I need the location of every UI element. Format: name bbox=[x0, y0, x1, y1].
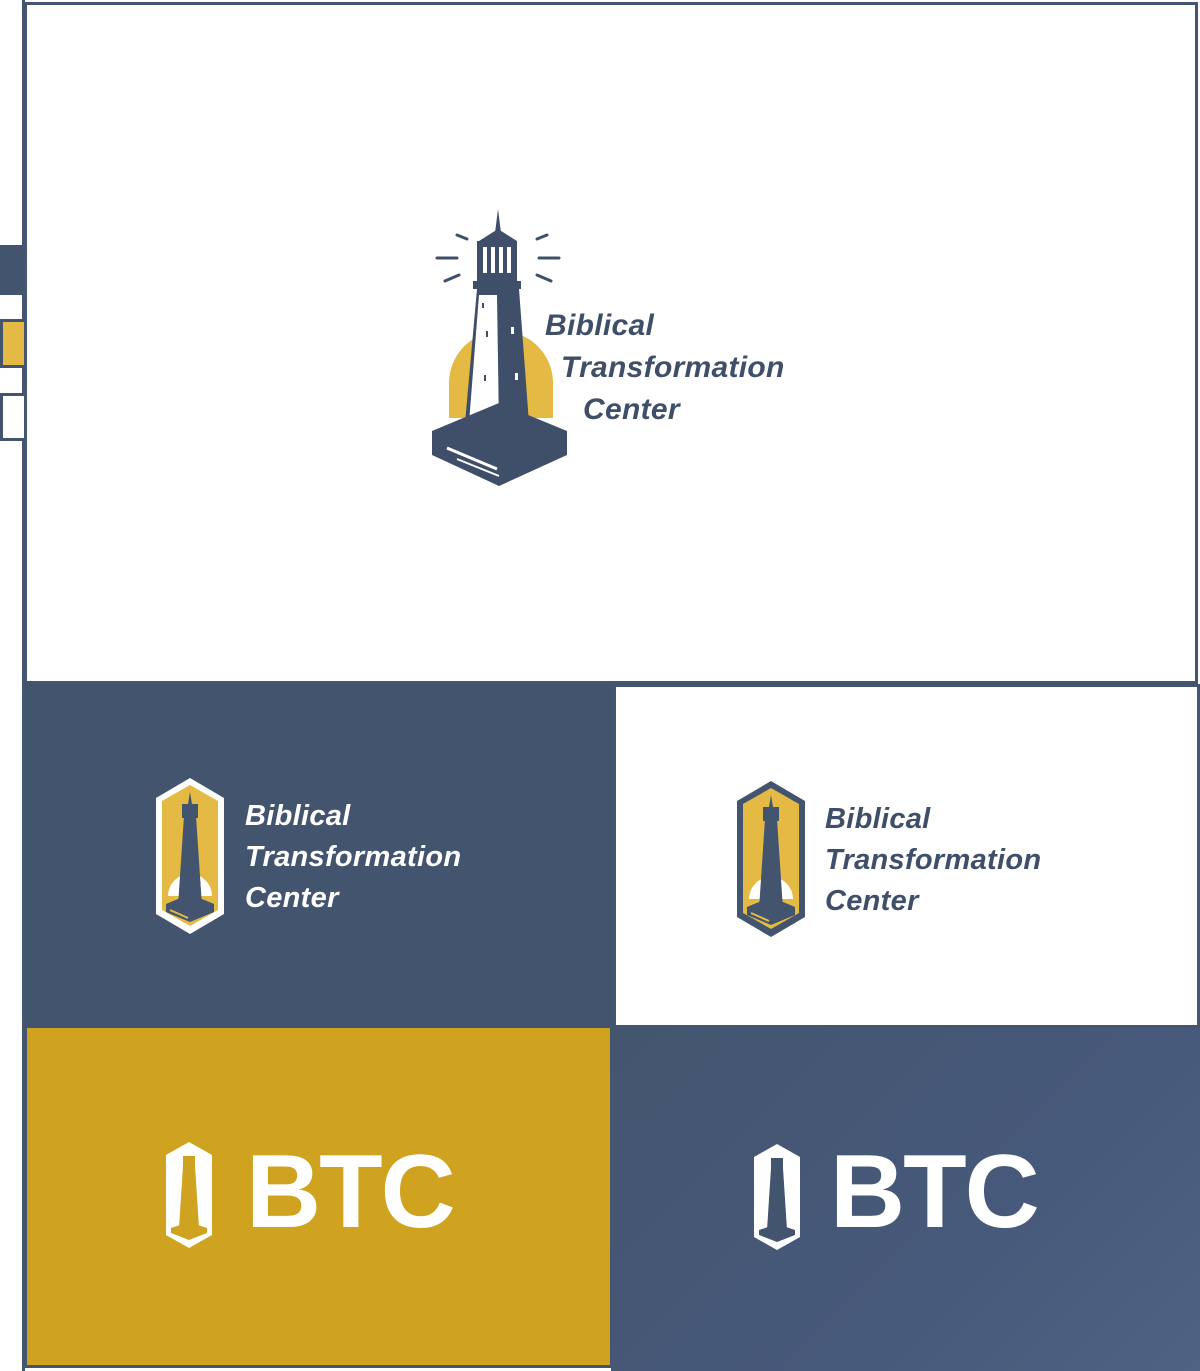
wordmark-line1: Biblical bbox=[545, 309, 655, 342]
lighthouse-badge-icon bbox=[754, 1144, 800, 1250]
lighthouse-badge-icon bbox=[737, 781, 805, 937]
wordmark-line1: Biblical bbox=[245, 800, 351, 832]
lighthouse-badge-icon bbox=[156, 778, 224, 934]
btc-abbreviation: BTC bbox=[246, 1134, 456, 1250]
white-wordmark: Biblical Transformation Center bbox=[825, 799, 1041, 922]
btc-abbreviation: BTC bbox=[830, 1134, 1040, 1250]
wordmark-line2: Transformation bbox=[825, 844, 1042, 876]
btc-logo-gold-panel: BTC bbox=[24, 1028, 613, 1368]
primary-wordmark: Biblical Transformation Center bbox=[545, 305, 785, 431]
btc-logo-navy-panel: BTC bbox=[611, 1028, 1200, 1371]
navy-wordmark: Biblical Transformation Center bbox=[245, 796, 461, 919]
wordmark-line1: Biblical bbox=[825, 803, 931, 835]
wordmark-line3: Center bbox=[583, 393, 680, 426]
lighthouse-badge-icon bbox=[166, 1142, 212, 1248]
badge-logo-navy-panel: Biblical Transformation Center bbox=[24, 684, 613, 1028]
wordmark-line3: Center bbox=[825, 885, 919, 917]
wordmark-line2: Transformation bbox=[561, 351, 785, 384]
badge-logo-white-panel: Biblical Transformation Center bbox=[613, 684, 1200, 1028]
primary-logo-panel: Biblical Transformation Center bbox=[24, 2, 1198, 684]
wordmark-line2: Transformation bbox=[245, 841, 462, 873]
wordmark-line3: Center bbox=[245, 882, 339, 914]
